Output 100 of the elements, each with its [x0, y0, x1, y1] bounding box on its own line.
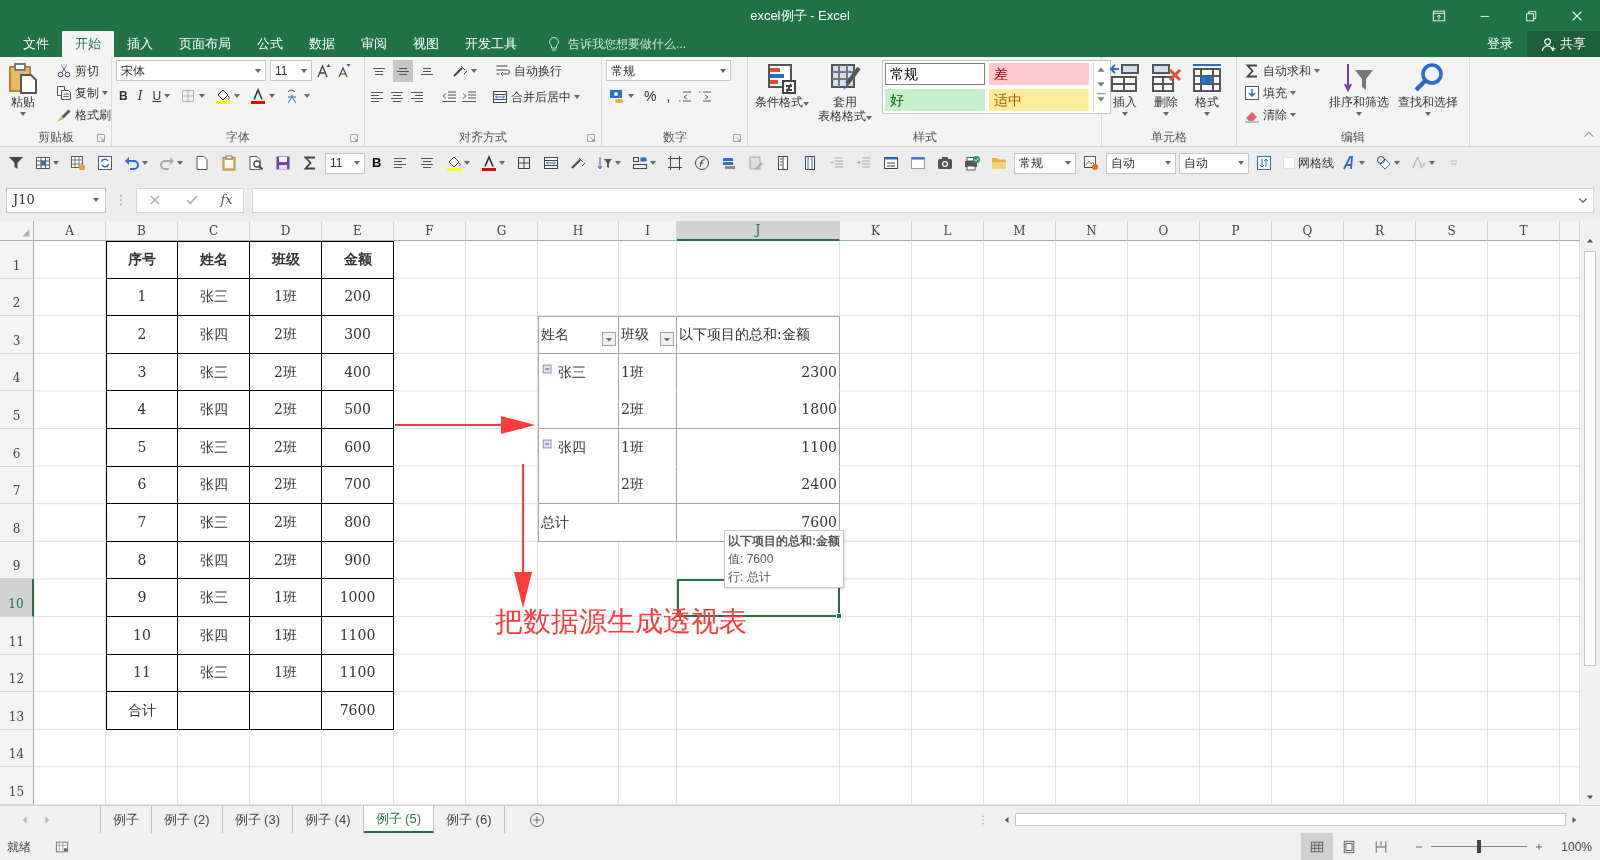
column-header[interactable]: E [322, 221, 394, 241]
font-grow-icon[interactable] [316, 62, 332, 79]
text-angle-icon[interactable] [570, 155, 587, 171]
sort-filter-button[interactable]: 排序和筛选 [1326, 60, 1392, 118]
column-header[interactable]: K [840, 221, 912, 241]
column-header[interactable]: C [178, 221, 250, 241]
row-header[interactable]: 1 [0, 241, 34, 279]
column-header[interactable]: O [1128, 221, 1200, 241]
row-header[interactable]: 10 [0, 579, 34, 617]
font-size-field[interactable]: 11 [325, 152, 365, 174]
column-header[interactable]: B [106, 221, 178, 241]
dialog-launcher-icon[interactable] [348, 131, 360, 144]
row-header[interactable]: 5 [0, 391, 34, 429]
row-header[interactable]: 13 [0, 692, 34, 730]
column-header[interactable]: J [677, 221, 840, 241]
frame-icon[interactable] [667, 155, 684, 171]
camera-icon[interactable] [937, 155, 954, 171]
dropdown-field[interactable]: 自动 [1106, 152, 1177, 174]
table-format-button[interactable]: 套用 表格格式 [815, 60, 875, 126]
percent-button[interactable]: % [641, 85, 660, 107]
row-header[interactable]: 15 [0, 767, 34, 805]
row-header[interactable]: 4 [0, 353, 34, 392]
ribbon-tab[interactable]: 数据 [296, 31, 348, 57]
column-header[interactable]: G [466, 221, 538, 241]
number-format-field[interactable]: 常规 [1014, 152, 1077, 174]
format-painter-button[interactable]: 格式刷 [53, 104, 114, 126]
tell-me-field[interactable]: 告诉我您想要做什么... [566, 34, 746, 54]
column-header[interactable]: H [538, 221, 619, 241]
ribbon-tab[interactable]: 插入 [114, 31, 166, 57]
scroll-thumb[interactable] [1584, 251, 1596, 666]
decrease-indent-icon[interactable] [441, 89, 457, 105]
column-header[interactable]: P [1200, 221, 1272, 241]
share-button[interactable]: 共享 [1527, 31, 1600, 57]
number-format-field[interactable]: 常规 [606, 60, 731, 81]
formula-input[interactable] [252, 187, 1594, 213]
font-shrink-icon[interactable] [336, 62, 352, 79]
insert-button[interactable]: 插入 [1106, 60, 1144, 118]
clear-button[interactable]: 清除 [1241, 104, 1323, 126]
grid-icon[interactable] [516, 155, 533, 171]
column-header[interactable]: R [1344, 221, 1416, 241]
ribbon-display-icon[interactable] [1432, 8, 1446, 23]
row-header[interactable]: 6 [0, 429, 34, 467]
ribbon-tab[interactable]: 视图 [400, 31, 452, 57]
vertical-scrollbar[interactable] [1580, 221, 1600, 805]
column-header[interactable]: T [1488, 221, 1560, 241]
window-icon[interactable] [883, 155, 900, 171]
dialog-launcher-icon[interactable] [585, 131, 597, 144]
sort-vertical-icon[interactable] [1256, 155, 1273, 171]
ribbon-tab[interactable]: 页面布局 [166, 31, 244, 57]
cell-style-item[interactable]: 差 [989, 63, 1089, 85]
printer-icon[interactable] [964, 155, 981, 171]
align-left-icon[interactable] [369, 89, 385, 105]
cut-button[interactable]: 剪切 [53, 60, 114, 82]
name-box[interactable]: J10 [6, 187, 106, 213]
merge-cells-icon[interactable] [543, 155, 560, 171]
italic-button[interactable]: I [134, 85, 146, 107]
column-header[interactable]: M [984, 221, 1056, 241]
sum-icon[interactable] [302, 155, 318, 171]
font-size-field[interactable]: 11 [270, 60, 312, 81]
column-header[interactable]: Q [1272, 221, 1344, 241]
restore-icon[interactable] [1524, 8, 1538, 23]
filter-dropdown-icon[interactable] [660, 331, 674, 346]
picture-settings-icon[interactable] [1083, 155, 1100, 171]
stack-icon[interactable] [721, 155, 738, 171]
function-icon[interactable] [694, 155, 711, 171]
row-header[interactable]: 8 [0, 504, 34, 542]
cell-style-item[interactable]: 适中 [989, 89, 1089, 111]
bold-button[interactable]: B [116, 85, 131, 107]
sheet-tab[interactable]: 例子 (5) [363, 806, 434, 833]
align-center-icon[interactable] [389, 89, 405, 105]
scroll-thumb[interactable] [1015, 813, 1566, 826]
row-header[interactable]: 2 [0, 278, 34, 317]
align-center-icon[interactable] [419, 155, 436, 171]
collapse-icon[interactable] [541, 437, 555, 451]
row-header[interactable]: 9 [0, 541, 34, 580]
ribbon-tab[interactable]: 公式 [244, 31, 296, 57]
gridlines-checkbox[interactable] [1283, 157, 1296, 169]
ribbon-tab[interactable]: 开发工具 [452, 31, 530, 57]
paste-button[interactable]: 粘贴 [4, 60, 42, 118]
bold-button[interactable]: B [368, 151, 386, 175]
copy-button[interactable]: 复制 [53, 82, 114, 104]
ribbon-tab[interactable]: 开始 [62, 31, 114, 57]
vertical-align-button[interactable] [393, 60, 413, 82]
merge-center-button[interactable]: 合并后居中 [489, 86, 583, 108]
ribbon-tab[interactable]: 文件 [10, 31, 62, 57]
table-lock-icon[interactable] [70, 155, 86, 171]
fill-button[interactable]: 填充 [1241, 82, 1323, 104]
row-header[interactable]: 3 [0, 316, 34, 354]
find-select-button[interactable]: 查找和选择 [1395, 60, 1461, 118]
filter-icon[interactable] [8, 155, 24, 171]
view-button[interactable] [1301, 833, 1334, 860]
dialog-launcher-icon[interactable] [731, 131, 743, 144]
autosum-button[interactable]: 自动求和 [1241, 60, 1323, 82]
column-header[interactable]: N [1056, 221, 1128, 241]
print-preview-icon[interactable] [248, 155, 264, 171]
cell-style-item[interactable]: 好 [885, 89, 985, 111]
slider-thumb[interactable] [1477, 840, 1482, 853]
row-header[interactable]: 14 [0, 729, 34, 768]
column-header[interactable]: S [1416, 221, 1488, 241]
conditional-format-button[interactable]: 条件格式 [752, 60, 812, 112]
